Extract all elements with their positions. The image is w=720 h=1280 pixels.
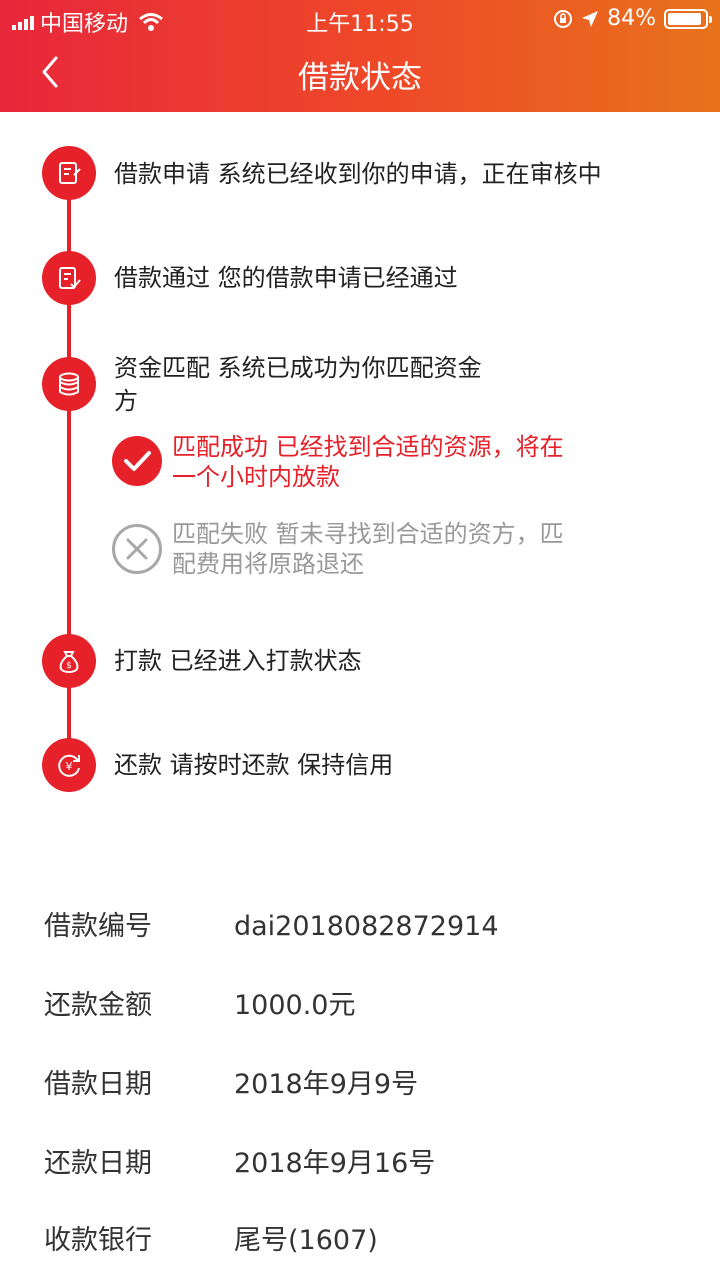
svg-text:¥: ¥ [66,760,73,773]
step-approved-text: 借款通过 您的借款申请已经通过 [114,264,458,292]
location-arrow-icon [582,10,599,27]
info-label: 还款金额 [44,990,152,1021]
info-row-loan-id: 借款编号 dai2018082872914 [44,904,499,943]
info-value: 2018年9月9号 [234,1069,419,1100]
match-failure-text: 匹配失败 暂未寻找到合适的资方，匹 配费用将原路退还 [172,519,582,579]
coins-icon [42,357,96,411]
match-success-line2: 一个小时内放款 [172,463,340,491]
money-bag-icon: $ [42,634,96,688]
info-value: 2018年9月16号 [234,1148,436,1179]
match-failure-line2: 配费用将原路退还 [172,550,364,578]
info-value: 1000.0元 [234,990,356,1021]
step-disbursed-text: 打款 已经进入打款状态 [114,647,362,675]
info-label: 还款日期 [44,1148,152,1179]
info-row-repay-date: 还款日期 2018年9月16号 [44,1141,435,1180]
status-bar-right: 84% [553,6,712,31]
header-bar: 中国移动 上午11:55 84% 借款状态 [0,0,720,112]
cross-circle-icon [112,524,162,574]
info-row-loan-date: 借款日期 2018年9月9号 [44,1062,418,1101]
battery-percent: 84% [607,6,656,31]
info-label: 借款日期 [44,1069,152,1100]
info-label: 借款编号 [44,911,152,942]
step-matching-line1: 资金匹配 系统已成功为你匹配资金 [114,354,482,382]
yuan-refresh-icon: ¥ [42,738,96,792]
match-success-text: 匹配成功 已经找到合适的资源，将在 一个小时内放款 [172,432,582,492]
rotation-lock-icon [554,9,573,28]
page-title: 借款状态 [298,60,422,96]
step-matching-text: 资金匹配 系统已成功为你匹配资金 方 [114,352,482,418]
document-check-icon [42,251,96,305]
info-value: 尾号(1607) [234,1225,378,1256]
step-repay-text: 还款 请按时还款 保持信用 [114,751,394,779]
check-circle-icon [112,436,162,486]
info-value: dai2018082872914 [234,911,499,942]
info-row-bank: 收款银行 尾号(1607) [44,1218,378,1257]
step-apply-text: 借款申请 系统已经收到你的申请，正在审核中 [114,160,602,188]
match-failure-line1: 匹配失败 暂未寻找到合适的资方，匹 [172,520,564,548]
info-row-repay-amount: 还款金额 1000.0元 [44,983,355,1022]
edit-document-icon [42,146,96,200]
svg-text:$: $ [66,661,72,671]
battery-icon [664,8,712,29]
status-bar: 中国移动 上午11:55 84% [0,0,720,38]
match-success-line1: 匹配成功 已经找到合适的资源，将在 [172,433,564,461]
info-label: 收款银行 [44,1225,152,1256]
step-matching-line2: 方 [114,387,138,415]
